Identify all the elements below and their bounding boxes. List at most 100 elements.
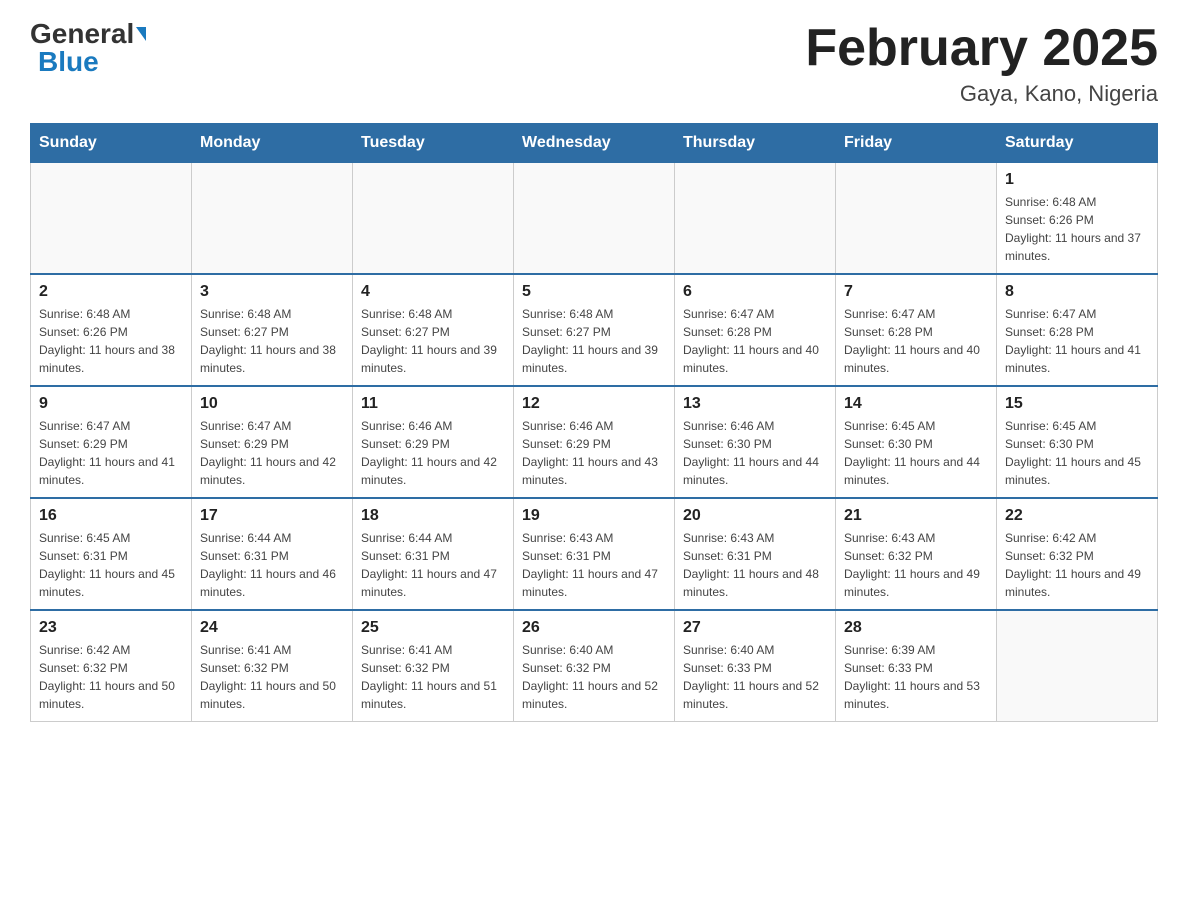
day-info: Sunrise: 6:42 AM Sunset: 6:32 PM Dayligh…: [1005, 529, 1149, 601]
day-number: 25: [361, 619, 505, 637]
calendar-cell: 6Sunrise: 6:47 AM Sunset: 6:28 PM Daylig…: [675, 274, 836, 386]
calendar-cell: 20 Sunrise: 6:43 AM Sunset: 6:31 PM Dayli…: [675, 498, 836, 610]
day-info: Sunrise: 6:48 AM Sunset: 6:27 PM Dayligh…: [361, 305, 505, 377]
day-number: 18: [361, 507, 505, 525]
day-number: 10: [200, 395, 344, 413]
day-info: Sunrise: 6:43 AM Sunset: 6:31 PM Dayligh…: [683, 529, 827, 601]
day-info: Sunrise: 6:48 AM Sunset: 6:27 PM Dayligh…: [200, 305, 344, 377]
day-number: 12: [522, 395, 666, 413]
calendar-cell: 16 Sunrise: 6:45 AM Sunset: 6:31 PM Dayli…: [31, 498, 192, 610]
day-number: 16: [39, 507, 183, 525]
day-info: Sunrise: 6:47 AM Sunset: 6:29 PM Dayligh…: [200, 417, 344, 489]
calendar-cell: 12 Sunrise: 6:46 AM Sunset: 6:29 PM Dayli…: [514, 386, 675, 498]
day-number: 1: [1005, 171, 1149, 189]
col-friday: Friday: [836, 124, 997, 163]
logo-general-text: General: [30, 20, 146, 48]
calendar-cell: 21Sunrise: 6:43 AM Sunset: 6:32 PM Dayli…: [836, 498, 997, 610]
day-info: Sunrise: 6:47 AM Sunset: 6:28 PM Dayligh…: [1005, 305, 1149, 377]
calendar-cell: 23 Sunrise: 6:42 AM Sunset: 6:32 PM Dayli…: [31, 610, 192, 722]
calendar-cell: 15 Sunrise: 6:45 AM Sunset: 6:30 PM Dayli…: [997, 386, 1158, 498]
day-info: Sunrise: 6:40 AM Sunset: 6:32 PM Dayligh…: [522, 641, 666, 713]
calendar-cell: 22 Sunrise: 6:42 AM Sunset: 6:32 PM Dayli…: [997, 498, 1158, 610]
day-info: Sunrise: 6:46 AM Sunset: 6:29 PM Dayligh…: [361, 417, 505, 489]
col-wednesday: Wednesday: [514, 124, 675, 163]
calendar-week-row: 1 Sunrise: 6:48 AM Sunset: 6:26 PM Daylig…: [31, 163, 1158, 275]
calendar-week-row: 16 Sunrise: 6:45 AM Sunset: 6:31 PM Dayli…: [31, 498, 1158, 610]
calendar-cell: 13Sunrise: 6:46 AM Sunset: 6:30 PM Dayli…: [675, 386, 836, 498]
title-area: February 2025 Gaya, Kano, Nigeria: [805, 20, 1158, 107]
day-info: Sunrise: 6:44 AM Sunset: 6:31 PM Dayligh…: [361, 529, 505, 601]
calendar-cell: 24 Sunrise: 6:41 AM Sunset: 6:32 PM Dayli…: [192, 610, 353, 722]
day-number: 17: [200, 507, 344, 525]
day-number: 4: [361, 283, 505, 301]
day-info: Sunrise: 6:45 AM Sunset: 6:30 PM Dayligh…: [1005, 417, 1149, 489]
day-number: 2: [39, 283, 183, 301]
day-info: Sunrise: 6:47 AM Sunset: 6:28 PM Dayligh…: [844, 305, 988, 377]
day-number: 15: [1005, 395, 1149, 413]
calendar-cell: [514, 163, 675, 275]
day-info: Sunrise: 6:43 AM Sunset: 6:32 PM Dayligh…: [844, 529, 988, 601]
day-info: Sunrise: 6:45 AM Sunset: 6:31 PM Dayligh…: [39, 529, 183, 601]
month-title: February 2025: [805, 20, 1158, 77]
calendar-cell: 3 Sunrise: 6:48 AM Sunset: 6:27 PM Daylig…: [192, 274, 353, 386]
day-info: Sunrise: 6:48 AM Sunset: 6:26 PM Dayligh…: [39, 305, 183, 377]
day-info: Sunrise: 6:39 AM Sunset: 6:33 PM Dayligh…: [844, 641, 988, 713]
day-number: 3: [200, 283, 344, 301]
day-number: 14: [844, 395, 988, 413]
logo: General Blue: [30, 20, 146, 76]
col-saturday: Saturday: [997, 124, 1158, 163]
day-info: Sunrise: 6:41 AM Sunset: 6:32 PM Dayligh…: [361, 641, 505, 713]
col-tuesday: Tuesday: [353, 124, 514, 163]
calendar-cell: 8Sunrise: 6:47 AM Sunset: 6:28 PM Daylig…: [997, 274, 1158, 386]
day-number: 28: [844, 619, 988, 637]
day-number: 9: [39, 395, 183, 413]
calendar-week-row: 23 Sunrise: 6:42 AM Sunset: 6:32 PM Dayli…: [31, 610, 1158, 722]
day-number: 5: [522, 283, 666, 301]
calendar-cell: [836, 163, 997, 275]
day-number: 13: [683, 395, 827, 413]
day-info: Sunrise: 6:44 AM Sunset: 6:31 PM Dayligh…: [200, 529, 344, 601]
day-number: 20: [683, 507, 827, 525]
day-info: Sunrise: 6:47 AM Sunset: 6:28 PM Dayligh…: [683, 305, 827, 377]
logo-blue-text: Blue: [38, 48, 99, 76]
calendar-cell: 17 Sunrise: 6:44 AM Sunset: 6:31 PM Dayli…: [192, 498, 353, 610]
calendar-cell: 27Sunrise: 6:40 AM Sunset: 6:33 PM Dayli…: [675, 610, 836, 722]
calendar-table: Sunday Monday Tuesday Wednesday Thursday…: [30, 123, 1158, 722]
calendar-cell: 19Sunrise: 6:43 AM Sunset: 6:31 PM Dayli…: [514, 498, 675, 610]
calendar-cell: 18 Sunrise: 6:44 AM Sunset: 6:31 PM Dayli…: [353, 498, 514, 610]
location-title: Gaya, Kano, Nigeria: [805, 81, 1158, 107]
calendar-cell: 4 Sunrise: 6:48 AM Sunset: 6:27 PM Daylig…: [353, 274, 514, 386]
calendar-cell: 10 Sunrise: 6:47 AM Sunset: 6:29 PM Dayli…: [192, 386, 353, 498]
day-info: Sunrise: 6:42 AM Sunset: 6:32 PM Dayligh…: [39, 641, 183, 713]
day-info: Sunrise: 6:48 AM Sunset: 6:27 PM Dayligh…: [522, 305, 666, 377]
calendar-cell: 1 Sunrise: 6:48 AM Sunset: 6:26 PM Daylig…: [997, 163, 1158, 275]
day-number: 7: [844, 283, 988, 301]
col-monday: Monday: [192, 124, 353, 163]
day-info: Sunrise: 6:47 AM Sunset: 6:29 PM Dayligh…: [39, 417, 183, 489]
calendar-cell: 2 Sunrise: 6:48 AM Sunset: 6:26 PM Daylig…: [31, 274, 192, 386]
calendar-cell: [675, 163, 836, 275]
day-number: 11: [361, 395, 505, 413]
calendar-cell: 26 Sunrise: 6:40 AM Sunset: 6:32 PM Dayli…: [514, 610, 675, 722]
day-number: 24: [200, 619, 344, 637]
day-info: Sunrise: 6:40 AM Sunset: 6:33 PM Dayligh…: [683, 641, 827, 713]
calendar-cell: [997, 610, 1158, 722]
calendar-cell: 5 Sunrise: 6:48 AM Sunset: 6:27 PM Daylig…: [514, 274, 675, 386]
day-info: Sunrise: 6:45 AM Sunset: 6:30 PM Dayligh…: [844, 417, 988, 489]
day-number: 19: [522, 507, 666, 525]
calendar-week-row: 2 Sunrise: 6:48 AM Sunset: 6:26 PM Daylig…: [31, 274, 1158, 386]
day-number: 23: [39, 619, 183, 637]
day-info: Sunrise: 6:46 AM Sunset: 6:29 PM Dayligh…: [522, 417, 666, 489]
day-info: Sunrise: 6:41 AM Sunset: 6:32 PM Dayligh…: [200, 641, 344, 713]
calendar-cell: 28 Sunrise: 6:39 AM Sunset: 6:33 PM Dayli…: [836, 610, 997, 722]
day-number: 26: [522, 619, 666, 637]
calendar-cell: 11 Sunrise: 6:46 AM Sunset: 6:29 PM Dayli…: [353, 386, 514, 498]
day-number: 22: [1005, 507, 1149, 525]
calendar-cell: [31, 163, 192, 275]
day-info: Sunrise: 6:48 AM Sunset: 6:26 PM Dayligh…: [1005, 193, 1149, 265]
header: General Blue February 2025 Gaya, Kano, N…: [30, 20, 1158, 107]
col-sunday: Sunday: [31, 124, 192, 163]
calendar-cell: [192, 163, 353, 275]
calendar-header-row: Sunday Monday Tuesday Wednesday Thursday…: [31, 124, 1158, 163]
calendar-week-row: 9 Sunrise: 6:47 AM Sunset: 6:29 PM Daylig…: [31, 386, 1158, 498]
